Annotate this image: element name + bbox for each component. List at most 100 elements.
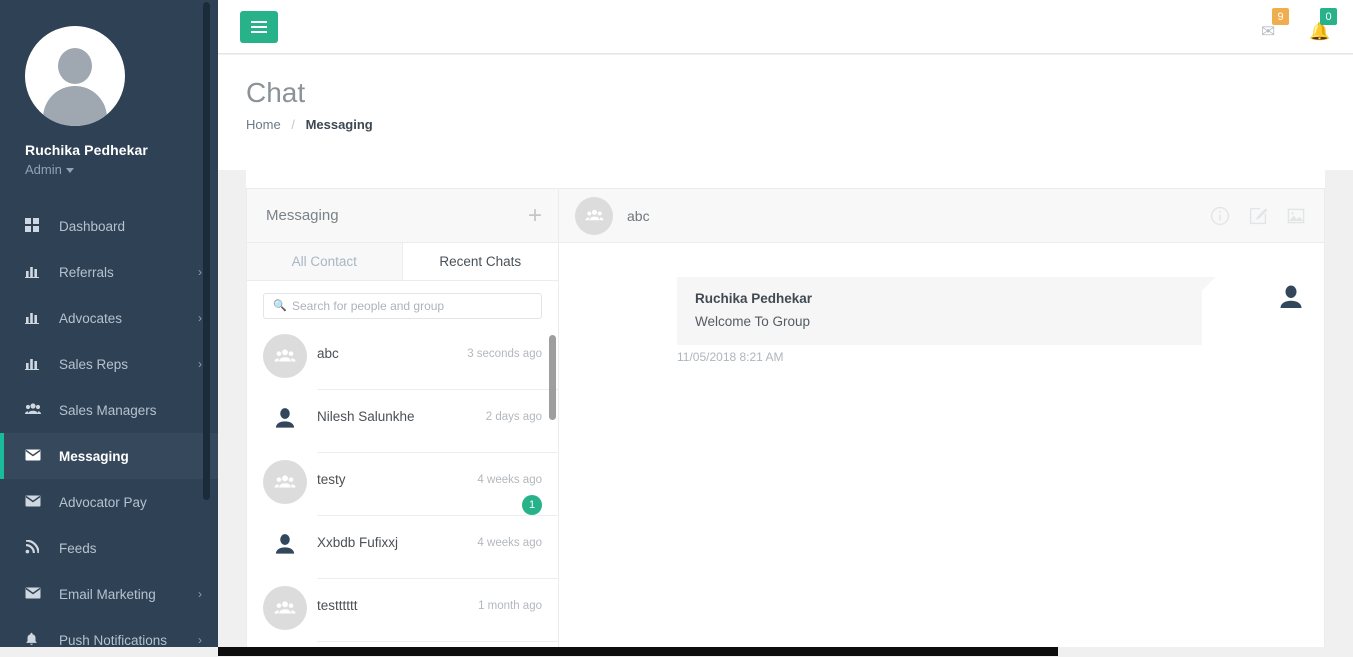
contact-avatar bbox=[263, 327, 317, 378]
message-text: Welcome To Group bbox=[695, 314, 1184, 329]
envelope-icon: ✉ bbox=[1261, 23, 1275, 40]
search-input[interactable] bbox=[290, 294, 537, 318]
contact-avatar bbox=[263, 453, 317, 504]
list-item[interactable]: testttttt 1 month ago bbox=[263, 579, 558, 642]
sidebar-item-label: Dashboard bbox=[59, 219, 202, 234]
bell-icon: 🔔 bbox=[1309, 23, 1330, 40]
person-avatar-icon bbox=[263, 397, 307, 441]
messaging-panel: Messaging + All Contact Recent Chats 🔍 bbox=[246, 188, 558, 656]
sidebar-item-advocates[interactable]: Advocates › bbox=[0, 295, 218, 341]
topbar-actions: ✉ 9 🔔 0 bbox=[1261, 8, 1335, 42]
messages-button[interactable]: ✉ 9 bbox=[1261, 8, 1287, 42]
group-avatar-icon bbox=[263, 334, 307, 378]
chat-messages: Ruchika Pedhekar Welcome To Group 11/05/… bbox=[559, 243, 1324, 656]
messaging-panel-title: Messaging bbox=[266, 207, 339, 224]
contact-body: testttttt 1 month ago bbox=[317, 579, 558, 642]
contact-body: Nilesh Salunkhe 2 days ago bbox=[317, 390, 558, 453]
list-item[interactable]: Nilesh Salunkhe 2 days ago bbox=[263, 390, 558, 453]
message-timestamp: 11/05/2018 8:21 AM bbox=[677, 350, 784, 364]
tab-label: All Contact bbox=[292, 254, 357, 269]
users-group-icon bbox=[25, 402, 47, 419]
chevron-right-icon: › bbox=[198, 265, 202, 279]
bar-chart-icon bbox=[25, 356, 47, 373]
sidebar-item-feeds[interactable]: Feeds bbox=[0, 525, 218, 571]
search-row: 🔍 bbox=[247, 281, 558, 327]
page-horizontal-scrollbar-thumb[interactable] bbox=[218, 647, 1058, 656]
contact-list: abc 3 seconds ago Nilesh Salunkhe 2 days… bbox=[247, 327, 558, 657]
sidebar-item-label: Sales Managers bbox=[59, 403, 202, 418]
message-row: Ruchika Pedhekar Welcome To Group 11/05/… bbox=[677, 277, 1306, 345]
group-avatar-icon bbox=[263, 586, 307, 630]
breadcrumb: Home / Messaging bbox=[246, 117, 373, 132]
page-header: Chat Home / Messaging bbox=[218, 55, 1353, 170]
contact-time: 2 days ago bbox=[486, 411, 542, 423]
sidebar-item-sales-reps[interactable]: Sales Reps › bbox=[0, 341, 218, 387]
envelope-icon bbox=[25, 449, 47, 464]
chat-panel-header: abc bbox=[559, 189, 1324, 243]
contact-body: Xxbdb Fufixxj 4 weeks ago bbox=[317, 516, 558, 579]
sidebar-item-referrals[interactable]: Referrals › bbox=[0, 249, 218, 295]
bar-chart-icon bbox=[25, 264, 47, 281]
bell-icon bbox=[25, 632, 47, 649]
rss-feed-icon bbox=[25, 540, 47, 557]
notifications-badge: 0 bbox=[1320, 8, 1337, 25]
sidebar-item-label: Feeds bbox=[59, 541, 202, 556]
list-item[interactable]: Xxbdb Fufixxj 4 weeks ago bbox=[263, 516, 558, 579]
sidebar-item-label: Advocator Pay bbox=[59, 495, 202, 510]
edit-pencil-icon[interactable] bbox=[1248, 206, 1268, 226]
search-box[interactable]: 🔍 bbox=[263, 293, 542, 319]
contact-name: Nilesh Salunkhe bbox=[317, 409, 415, 424]
hamburger-line bbox=[251, 26, 267, 28]
sidebar-item-label: Email Marketing bbox=[59, 587, 198, 602]
chat-title: abc bbox=[627, 208, 1210, 224]
contact-name: testy bbox=[317, 472, 346, 487]
chat-panel: abc Ruchika Pedhekar Welcome To Group bbox=[558, 188, 1325, 656]
sidebar-scrollbar[interactable] bbox=[203, 2, 210, 500]
notifications-button[interactable]: 🔔 0 bbox=[1309, 8, 1335, 42]
avatar-body-shape bbox=[43, 86, 107, 126]
sidebar-item-messaging[interactable]: Messaging bbox=[0, 433, 218, 479]
topbar: ✉ 9 🔔 0 bbox=[218, 0, 1353, 54]
plus-icon[interactable]: + bbox=[528, 204, 542, 228]
page-horizontal-scrollbar[interactable] bbox=[0, 647, 1353, 656]
contact-name: Xxbdb Fufixxj bbox=[317, 535, 398, 550]
breadcrumb-current: Messaging bbox=[306, 117, 373, 132]
contact-avatar bbox=[263, 516, 317, 567]
chevron-right-icon: › bbox=[198, 587, 202, 601]
user-avatar-icon bbox=[25, 26, 125, 126]
tab-recent-chats[interactable]: Recent Chats bbox=[403, 243, 559, 280]
tab-all-contact[interactable]: All Contact bbox=[247, 243, 403, 280]
contact-time: 4 weeks ago bbox=[477, 537, 542, 549]
image-icon[interactable] bbox=[1286, 206, 1306, 226]
messages-badge: 9 bbox=[1272, 8, 1289, 25]
chevron-right-icon: › bbox=[198, 357, 202, 371]
info-icon[interactable] bbox=[1210, 206, 1230, 226]
contact-time: 4 weeks ago bbox=[477, 474, 542, 486]
sidebar-profile: Ruchika Pedhekar Admin bbox=[0, 0, 218, 177]
chevron-right-icon: › bbox=[198, 311, 202, 325]
search-icon: 🔍 bbox=[273, 299, 287, 312]
list-item[interactable]: testy 4 weeks ago 1 bbox=[263, 453, 558, 516]
contact-list-scrollbar[interactable] bbox=[549, 335, 556, 420]
chat-card: Messaging + All Contact Recent Chats 🔍 bbox=[246, 170, 1325, 656]
sidebar-item-email-marketing[interactable]: Email Marketing › bbox=[0, 571, 218, 617]
message-bubble: Ruchika Pedhekar Welcome To Group bbox=[677, 277, 1202, 345]
list-item[interactable]: abc 3 seconds ago bbox=[263, 327, 558, 390]
profile-role[interactable]: Admin bbox=[25, 162, 218, 177]
sidebar-item-dashboard[interactable]: Dashboard bbox=[0, 203, 218, 249]
person-avatar-icon bbox=[263, 523, 307, 567]
sidebar-item-advocator-pay[interactable]: Advocator Pay bbox=[0, 479, 218, 525]
chevron-down-icon bbox=[66, 168, 74, 173]
breadcrumb-home[interactable]: Home bbox=[246, 117, 281, 132]
bubble-notch bbox=[1202, 277, 1216, 291]
unread-badge: 1 bbox=[522, 495, 542, 515]
sidebar-item-label: Push Notifications bbox=[59, 633, 198, 648]
hamburger-line bbox=[251, 31, 267, 33]
tab-label: Recent Chats bbox=[439, 254, 521, 269]
envelope-icon bbox=[25, 587, 47, 602]
sidebar-item-sales-managers[interactable]: Sales Managers bbox=[0, 387, 218, 433]
profile-role-label: Admin bbox=[25, 162, 62, 177]
contact-avatar bbox=[263, 579, 317, 630]
breadcrumb-separator: / bbox=[291, 117, 295, 132]
menu-toggle-button[interactable] bbox=[240, 11, 278, 43]
